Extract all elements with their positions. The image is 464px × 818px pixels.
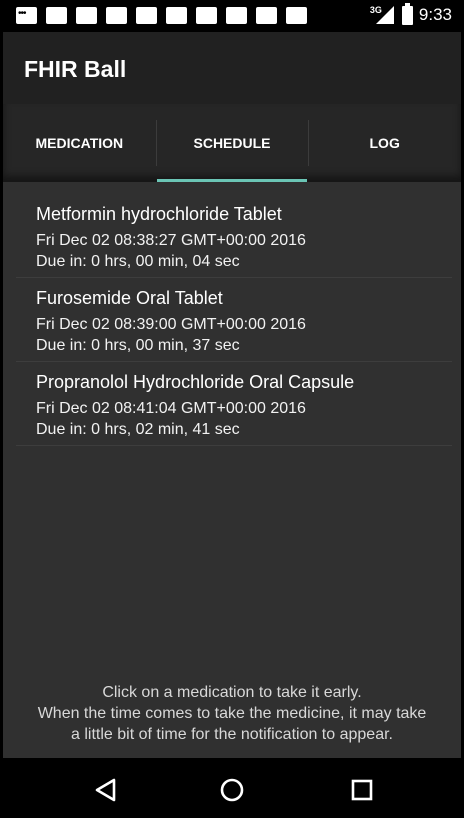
medication-name: Furosemide Oral Tablet [36, 288, 223, 308]
status-clock: 9:33 [418, 5, 452, 24]
due-countdown: Due in: 0 hrs, 00 min, 37 sec [36, 337, 240, 354]
schedule-panel: Metformin hydrochloride Tablet Fri Dec 0… [3, 182, 461, 758]
tab-log[interactable]: LOG [308, 104, 461, 182]
message-notification-icon [16, 7, 37, 24]
notification-icon [166, 7, 187, 24]
schedule-item-furosemide[interactable]: Furosemide Oral Tablet Fri Dec 02 08:39:… [16, 278, 452, 362]
battery-icon [401, 2, 413, 25]
status-bar: 3G 9:33 [0, 0, 464, 32]
notification-icon [46, 7, 67, 24]
schedule-list: Metformin hydrochloride Tablet Fri Dec 0… [16, 194, 452, 446]
notification-icon [106, 7, 127, 24]
medication-name: Propranolol Hydrochloride Oral Capsule [36, 372, 355, 392]
app-bar: FHIR Ball [3, 32, 461, 104]
hint-line-1: Click on a medication to take it early. [102, 684, 362, 701]
back-icon[interactable] [86, 772, 126, 808]
due-countdown: Due in: 0 hrs, 02 min, 41 sec [36, 421, 240, 438]
app-title: FHIR Ball [24, 56, 127, 82]
tab-medication[interactable]: MEDICATION [3, 104, 156, 182]
hint-line-2: When the time comes to take the medicine… [37, 705, 427, 722]
notification-icon [196, 7, 217, 24]
medication-name: Metformin hydrochloride Tablet [36, 204, 282, 224]
notification-icon [136, 7, 157, 24]
scheduled-time: Fri Dec 02 08:41:04 GMT+00:00 2016 [36, 400, 306, 417]
notification-icon [226, 7, 247, 24]
signal-icon [375, 6, 394, 24]
system-nav-bar [0, 758, 464, 818]
tab-bar: MEDICATION SCHEDULE LOG [3, 104, 461, 182]
notification-icon [76, 7, 97, 24]
schedule-item-metformin[interactable]: Metformin hydrochloride Tablet Fri Dec 0… [16, 194, 452, 278]
home-icon[interactable] [212, 772, 252, 808]
scheduled-time: Fri Dec 02 08:39:00 GMT+00:00 2016 [36, 316, 306, 333]
schedule-hint: Click on a medication to take it early. … [3, 682, 461, 745]
schedule-item-propranolol[interactable]: Propranolol Hydrochloride Oral Capsule F… [16, 362, 452, 446]
hint-line-3: a little bit of time for the notificatio… [71, 726, 393, 743]
due-countdown: Due in: 0 hrs, 00 min, 04 sec [36, 253, 240, 270]
notification-icon [256, 7, 277, 24]
scheduled-time: Fri Dec 02 08:38:27 GMT+00:00 2016 [36, 232, 306, 249]
recents-icon[interactable] [342, 772, 382, 808]
notification-icons [16, 7, 316, 24]
notification-icon [286, 7, 307, 24]
tab-schedule[interactable]: SCHEDULE [155, 104, 309, 182]
